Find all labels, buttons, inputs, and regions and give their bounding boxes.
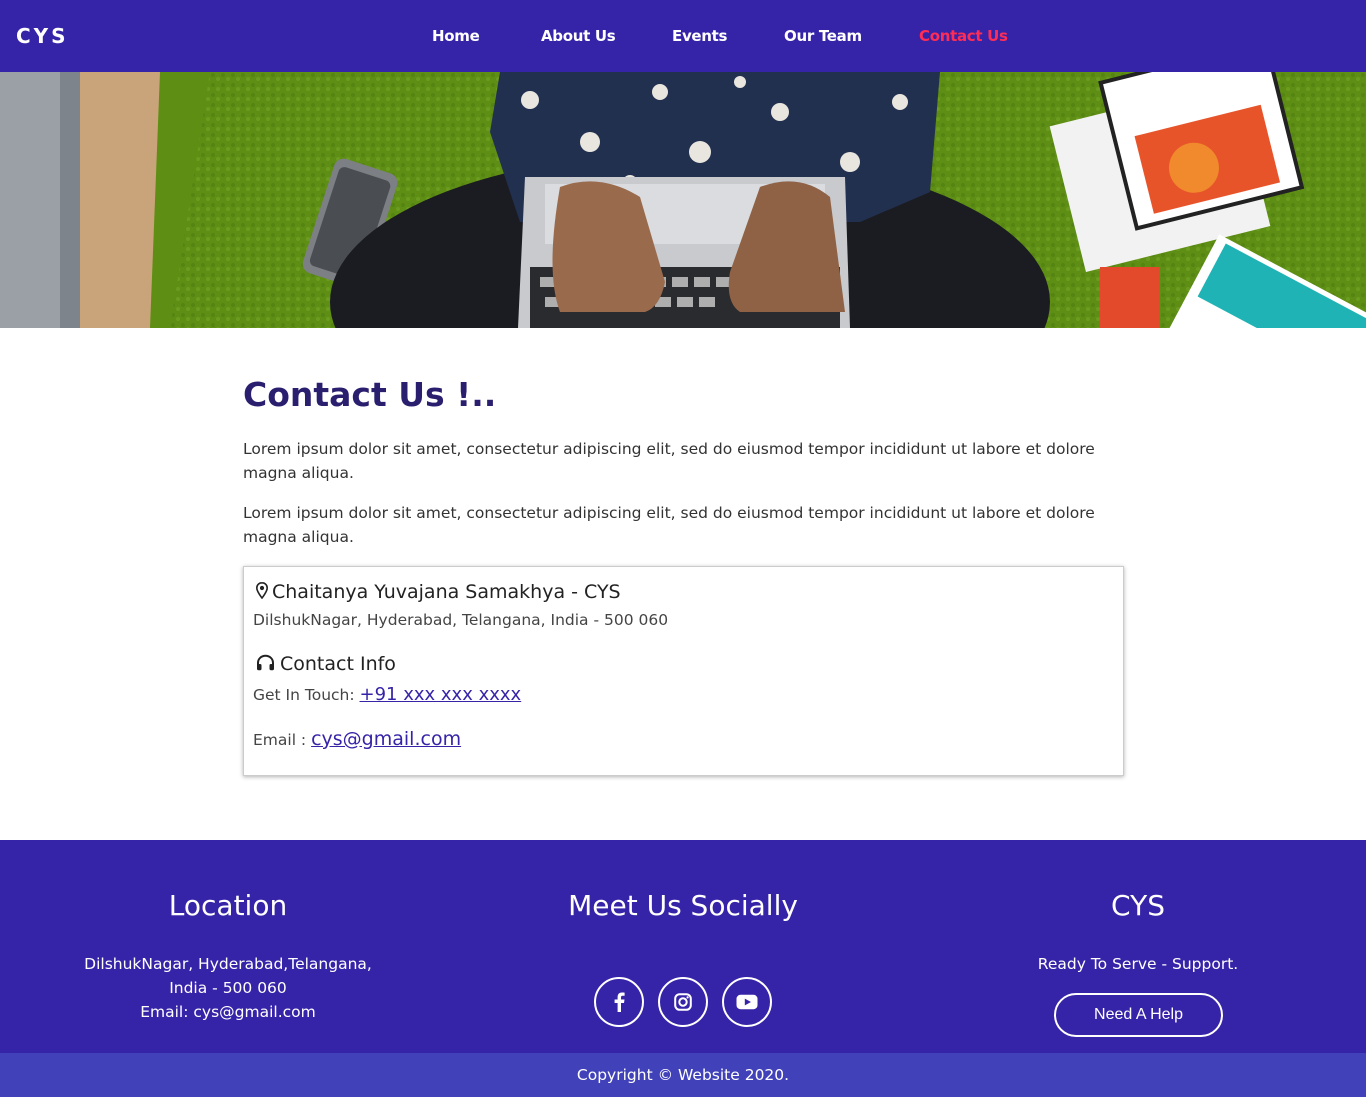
phone-row: Get In Touch: +91 xxx xxx xxxx <box>253 683 521 707</box>
nav-link-contact[interactable]: Contact Us <box>919 26 1008 46</box>
phone-link[interactable]: +91 xxx xxx xxxx <box>360 684 522 705</box>
footer-cys-heading: CYS <box>1111 889 1165 922</box>
footer-location-email: Email: cys@gmail.com <box>140 1003 316 1021</box>
nav-link-about[interactable]: About Us <box>541 26 616 46</box>
org-name: Chaitanya Yuvajana Samakhya - CYS <box>272 581 621 603</box>
need-help-button[interactable]: Need A Help <box>1054 993 1223 1037</box>
nav-link-events[interactable]: Events <box>672 26 727 46</box>
nav-link-team[interactable]: Our Team <box>784 26 862 46</box>
youtube-icon[interactable] <box>722 977 772 1027</box>
org-heading: Chaitanya Yuvajana Samakhya - CYS <box>255 580 621 604</box>
intro-paragraph-1: Lorem ipsum dolor sit amet, consectetur … <box>243 440 1095 482</box>
page-title: Contact Us !.. <box>243 375 497 414</box>
headphones-icon <box>256 654 275 675</box>
map-marker-icon <box>255 581 269 603</box>
footer-location-line-1: DilshukNagar, Hyderabad,Telangana, <box>84 955 372 973</box>
contact-info-heading: Contact Info <box>256 652 396 676</box>
email-row: Email : cys@gmail.com <box>253 727 461 752</box>
phone-label: Get In Touch: <box>253 686 360 704</box>
org-address: DilshukNagar, Hyderabad, Telangana, Indi… <box>253 611 669 629</box>
instagram-icon[interactable] <box>658 977 708 1027</box>
hero-image <box>0 72 1366 328</box>
footer: Location DilshukNagar, Hyderabad,Telanga… <box>0 840 1366 1053</box>
intro-paragraph-2: Lorem ipsum dolor sit amet, consectetur … <box>243 504 1095 546</box>
footer-cys-text: Ready To Serve - Support. <box>1037 955 1239 973</box>
email-link[interactable]: cys@gmail.com <box>311 728 461 750</box>
nav-link-home[interactable]: Home <box>432 26 480 46</box>
brand-logo[interactable]: CYS <box>16 24 69 48</box>
footer-social-heading: Meet Us Socially <box>568 889 798 922</box>
copyright-bar: Copyright © Website 2020. <box>0 1053 1366 1097</box>
footer-location-line-2: India - 500 060 <box>169 979 287 997</box>
facebook-icon[interactable] <box>594 977 644 1027</box>
navbar: CYS Home About Us Events Our Team Contac… <box>0 0 1366 72</box>
contact-info-title: Contact Info <box>280 653 396 675</box>
contact-card: Chaitanya Yuvajana Samakhya - CYS Dilshu… <box>243 566 1124 776</box>
footer-location-heading: Location <box>168 889 288 922</box>
email-label: Email : <box>253 731 312 749</box>
